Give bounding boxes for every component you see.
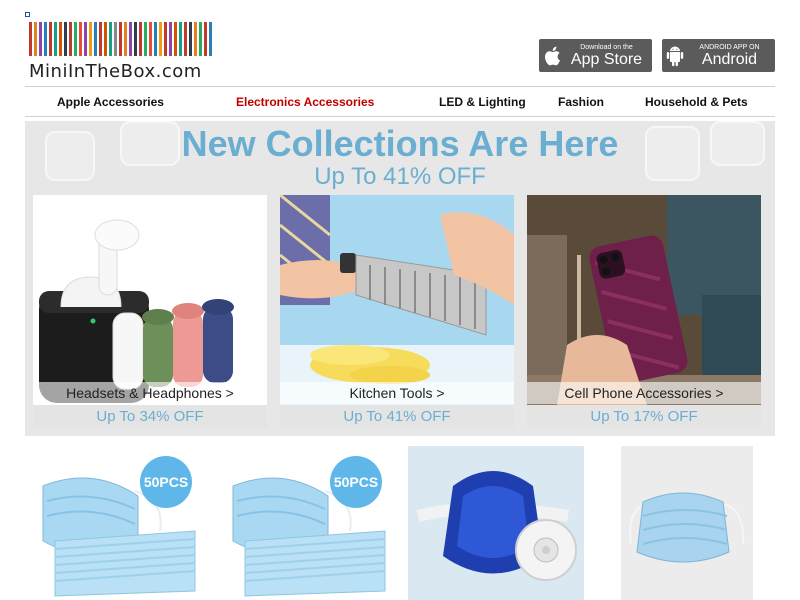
cell-phone-label: Cell Phone Accessories > [527,382,761,404]
logo-stripe [159,22,162,56]
product-face-masks-50pcs[interactable]: 50PCS [25,446,205,600]
broken-image-icon [25,12,30,17]
logo-stripe [144,22,147,56]
android-app-button[interactable]: ANDROID APP ON Android [662,39,775,72]
logo-stripe [209,22,212,56]
logo-stripe [124,22,127,56]
kitchen-tools-image [280,195,514,405]
product-face-masks-50pcs[interactable]: 50PCS [215,446,395,600]
quantity-badge: 50PCS [330,456,382,508]
nav-item-apple-accessories[interactable]: Apple Accessories [57,95,164,109]
banner-subtitle: Up To 41% OFF [314,163,486,190]
logo-stripe [104,22,107,56]
kitchen-tools-label: Kitchen Tools > [280,382,514,404]
logo-stripe [39,22,42,56]
logo-stripe [174,22,177,56]
logo-stripe [184,22,187,56]
category-card-headsets[interactable]: Headsets & Headphones > Up To 34% OFF [33,195,267,428]
product-respirator[interactable] [408,446,584,600]
logo-text: MiniInTheBox.com [29,61,202,82]
logo-stripe [199,22,202,56]
nav-item-household-pets[interactable]: Household & Pets [645,95,748,109]
logo-stripe [59,22,62,56]
logo-stripe [204,22,207,56]
logo-stripe [194,22,197,56]
app-store-button[interactable]: Download on the App Store [539,39,652,72]
logo-stripe [109,22,112,56]
logo-stripe [74,22,77,56]
logo-stripe [134,22,137,56]
logo-stripe [84,22,87,56]
nav-item-electronics-accessories[interactable]: Electronics Accessories [236,95,374,109]
logo-stripe [179,22,182,56]
logo-stripe [189,22,192,56]
logo-stripe [79,22,82,56]
android-small-text: ANDROID APP ON [699,43,760,51]
headsets-image [33,195,267,405]
cell-phone-image [527,195,761,405]
logo-stripe [154,22,157,56]
logo-stripe [69,22,72,56]
cell-phone-discount: Up To 17% OFF [527,405,761,428]
logo-stripe [94,22,97,56]
logo-stripe [64,22,67,56]
logo-stripes [29,22,215,56]
app-store-big-text: App Store [570,50,643,68]
nav-item-led-lighting[interactable]: LED & Lighting [439,95,526,109]
headsets-label: Headsets & Headphones > [33,382,267,404]
logo-stripe [169,22,172,56]
quantity-badge: 50PCS [140,456,192,508]
logo-stripe [54,22,57,56]
banner-title: New Collections Are Here [181,123,619,164]
app-store-small-text: Download on the [580,43,633,51]
logo-stripe [114,22,117,56]
nav-item-fashion[interactable]: Fashion [558,95,604,109]
kitchen-tools-discount: Up To 41% OFF [280,405,514,428]
product-surgical-mask[interactable] [621,446,753,600]
category-card-kitchen-tools[interactable]: Kitchen Tools > Up To 41% OFF [280,195,514,428]
logo-stripe [149,22,152,56]
headsets-discount: Up To 34% OFF [33,405,267,428]
logo-stripe [129,22,132,56]
site-logo[interactable]: MiniInTheBox.com [29,22,215,84]
logo-stripe [164,22,167,56]
logo-stripe [99,22,102,56]
page: MiniInTheBox.com Download on the App Sto… [0,0,800,600]
logo-stripe [44,22,47,56]
category-card-cell-phone-accessories[interactable]: Cell Phone Accessories > Up To 17% OFF [527,195,761,428]
android-big-text: Android [701,50,758,68]
logo-stripe [29,22,32,56]
logo-stripe [139,22,142,56]
logo-stripe [119,22,122,56]
logo-stripe [89,22,92,56]
logo-stripe [49,22,52,56]
logo-stripe [34,22,37,56]
android-icon [662,39,688,72]
apple-icon [539,39,565,72]
category-nav: Apple Accessories Electronics Accessorie… [25,86,775,117]
